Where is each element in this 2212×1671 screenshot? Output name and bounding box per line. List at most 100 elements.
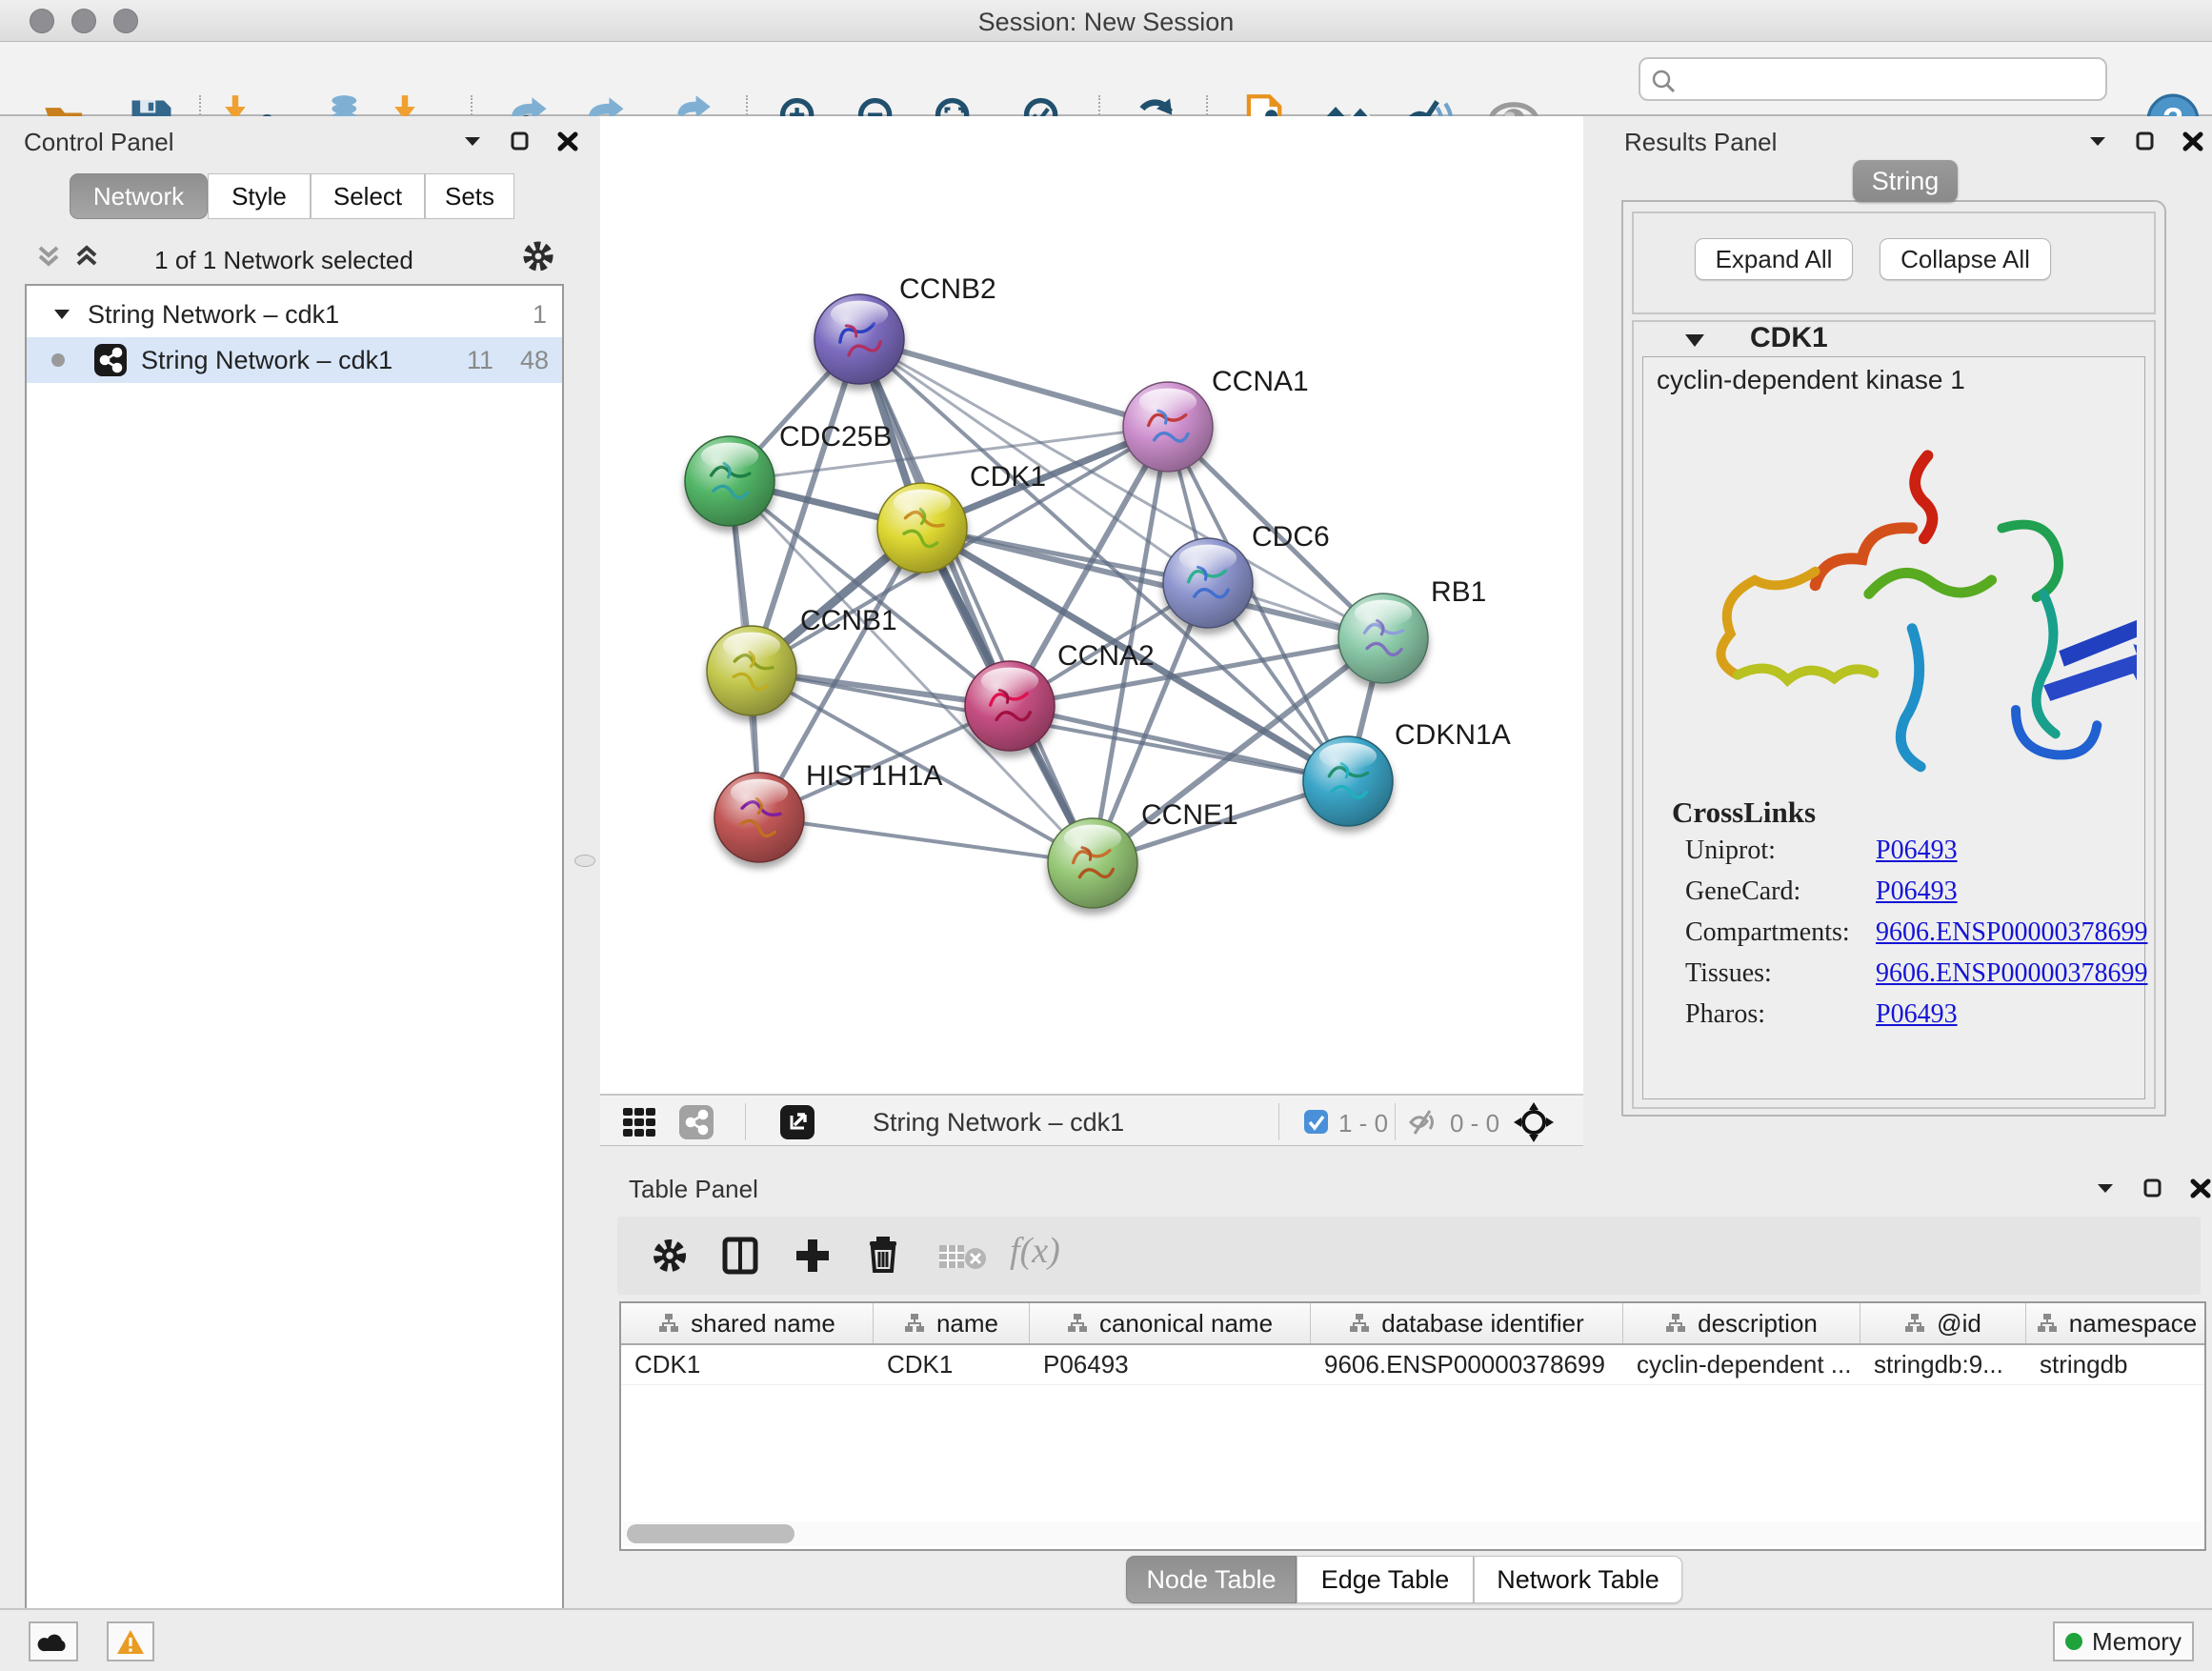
cell-namespace[interactable]: stringdb — [2026, 1345, 2206, 1384]
entry-details: cyclin-dependent kinase 1 — [1642, 356, 2145, 1099]
network-options-gear-icon[interactable] — [520, 238, 556, 279]
pan-crosshair-icon[interactable] — [1513, 1101, 1555, 1148]
string-results-container: Expand All Collapse All CDK1 cyclin-depe… — [1621, 200, 2166, 1117]
show-columns-icon[interactable] — [720, 1236, 760, 1280]
search-input[interactable] — [1639, 57, 2107, 101]
network-nodes: CCNB2CCNA1CDC25BCDK1CDC6RB1CCNB1CCNA2CDK… — [685, 273, 1511, 908]
cloud-icon — [37, 1630, 70, 1653]
cell-description[interactable]: cyclin-dependent ... — [1623, 1345, 1860, 1384]
selected-checkbox-icon[interactable] — [1303, 1109, 1329, 1139]
node-label-CDK1: CDK1 — [970, 461, 1046, 493]
column-header-description[interactable]: description — [1623, 1303, 1860, 1343]
tab-string[interactable]: String — [1853, 160, 1958, 202]
memory-label: Memory — [2092, 1627, 2182, 1657]
string-network-graph[interactable]: CCNB2CCNA1CDC25BCDK1CDC6RB1CCNB1CCNA2CDK… — [600, 116, 1583, 1094]
string-network-icon — [93, 343, 128, 377]
node-RB1[interactable]: RB1 — [1338, 576, 1486, 683]
tab-node-table[interactable]: Node Table — [1126, 1556, 1297, 1603]
column-header-label: shared name — [691, 1309, 835, 1339]
panel-float-icon[interactable] — [2134, 130, 2157, 152]
panel-close-icon[interactable] — [2182, 130, 2204, 152]
network-row-label: String Network – cdk1 — [141, 346, 392, 375]
main-toolbar: ? — [0, 42, 2212, 116]
column-type-icon — [1067, 1313, 1088, 1334]
grid-view-icon[interactable] — [621, 1104, 657, 1145]
scrollbar-thumb[interactable] — [627, 1524, 794, 1543]
node-HIST1H1A[interactable]: HIST1H1A — [714, 760, 942, 862]
memory-button[interactable]: Memory — [2053, 1621, 2194, 1661]
network-row-selected[interactable]: String Network – cdk1 11 48 — [27, 337, 562, 383]
column-header-database-identifier[interactable]: database identifier — [1311, 1303, 1623, 1343]
panel-menu-icon[interactable] — [2094, 1177, 2117, 1199]
horizontal-scrollbar[interactable] — [623, 1521, 2202, 1546]
function-builder-icon[interactable]: f(x) — [1010, 1230, 1060, 1272]
tab-network-table[interactable]: Network Table — [1474, 1556, 1682, 1603]
node-result-entry: CDK1 cyclin-dependent kinase 1 — [1632, 320, 2156, 1109]
column-type-icon — [1349, 1313, 1370, 1334]
warning-icon — [116, 1629, 145, 1655]
control-panel-title: Control Panel — [24, 128, 174, 157]
column-type-icon — [1665, 1313, 1686, 1334]
collapse-all-button[interactable]: Collapse All — [1880, 238, 2051, 280]
crosslink-link[interactable]: 9606.ENSP00000378699 — [1876, 917, 2147, 948]
hidden-eye-icon[interactable] — [1408, 1106, 1440, 1143]
tab-sets[interactable]: Sets — [425, 173, 514, 219]
tab-style[interactable]: Style — [208, 173, 311, 219]
network-node-count: 11 — [452, 346, 493, 375]
node-label-HIST1H1A: HIST1H1A — [806, 760, 942, 792]
cell-canonical-name[interactable]: P06493 — [1030, 1345, 1311, 1384]
delete-table-icon[interactable] — [937, 1241, 987, 1277]
crosslink-link[interactable]: 9606.ENSP00000378699 — [1876, 958, 2147, 989]
expand-all-button[interactable]: Expand All — [1695, 238, 1853, 280]
column-header--id[interactable]: @id — [1860, 1303, 2026, 1343]
cloud-button[interactable] — [29, 1621, 78, 1661]
node-CDC6[interactable]: CDC6 — [1163, 521, 1330, 628]
panel-float-icon[interactable] — [2142, 1177, 2164, 1199]
edge-CCNA2-CDKN1A[interactable] — [1010, 706, 1348, 781]
open-in-window-icon[interactable] — [779, 1104, 815, 1145]
table-header-row: shared name namecanonical name database id… — [621, 1303, 2204, 1345]
cell-database-identifier[interactable]: 9606.ENSP00000378699 — [1311, 1345, 1623, 1384]
column-header-canonical-name[interactable]: canonical name — [1030, 1303, 1311, 1343]
panel-menu-icon[interactable] — [2086, 130, 2109, 152]
crosslink-link[interactable]: P06493 — [1876, 836, 1958, 866]
tab-select[interactable]: Select — [311, 173, 425, 219]
cell-shared-name[interactable]: CDK1 — [621, 1345, 874, 1384]
entry-expander-icon[interactable] — [1683, 332, 1706, 351]
node-label-CDC6: CDC6 — [1252, 521, 1330, 553]
node-CDKN1A[interactable]: CDKN1A — [1303, 719, 1511, 826]
node-CCNE1[interactable]: CCNE1 — [1048, 799, 1238, 908]
table-row[interactable]: CDK1CDK1P064939606.ENSP00000378699cyclin… — [621, 1345, 2204, 1385]
edge-CCNE1-HIST1H1A[interactable] — [759, 817, 1093, 863]
crosslinks-title: CrossLinks — [1672, 795, 1816, 830]
tab-network[interactable]: Network — [70, 173, 208, 219]
search-icon — [1650, 68, 1677, 94]
left-splitter-handle[interactable] — [574, 855, 595, 867]
delete-column-icon[interactable] — [863, 1234, 903, 1278]
node-table: shared name namecanonical name database id… — [619, 1301, 2206, 1551]
network-canvas[interactable]: CCNB2CCNA1CDC25BCDK1CDC6RB1CCNB1CCNA2CDK… — [600, 116, 1583, 1094]
network-status-dot — [51, 353, 65, 367]
column-header-shared-name[interactable]: shared name — [621, 1303, 874, 1343]
network-collection-row[interactable]: String Network – cdk1 1 — [27, 292, 562, 337]
cell--id[interactable]: stringdb:9... — [1860, 1345, 2026, 1384]
crosslink-link[interactable]: P06493 — [1876, 999, 1958, 1030]
warnings-button[interactable] — [107, 1621, 154, 1661]
selected-counts: 1 - 0 — [1338, 1109, 1388, 1138]
column-header-namespace[interactable]: namespace — [2026, 1303, 2206, 1343]
tree-expander-icon[interactable] — [51, 304, 72, 325]
crosslink-link[interactable]: P06493 — [1876, 876, 1958, 907]
network-share-view-icon[interactable] — [678, 1104, 714, 1145]
column-header-label: database identifier — [1381, 1309, 1583, 1339]
node-label-CDC25B: CDC25B — [779, 421, 892, 453]
add-column-icon[interactable] — [793, 1236, 833, 1280]
node-CCNA1[interactable]: CCNA1 — [1123, 366, 1309, 472]
panel-close-icon[interactable] — [2189, 1177, 2212, 1199]
panel-close-icon[interactable] — [556, 130, 579, 152]
panel-menu-icon[interactable] — [461, 130, 484, 152]
panel-float-icon[interactable] — [509, 130, 532, 152]
tab-edge-table[interactable]: Edge Table — [1297, 1556, 1474, 1603]
cell-name[interactable]: CDK1 — [874, 1345, 1030, 1384]
column-header-name[interactable]: name — [874, 1303, 1030, 1343]
table-settings-gear-icon[interactable] — [650, 1236, 690, 1280]
